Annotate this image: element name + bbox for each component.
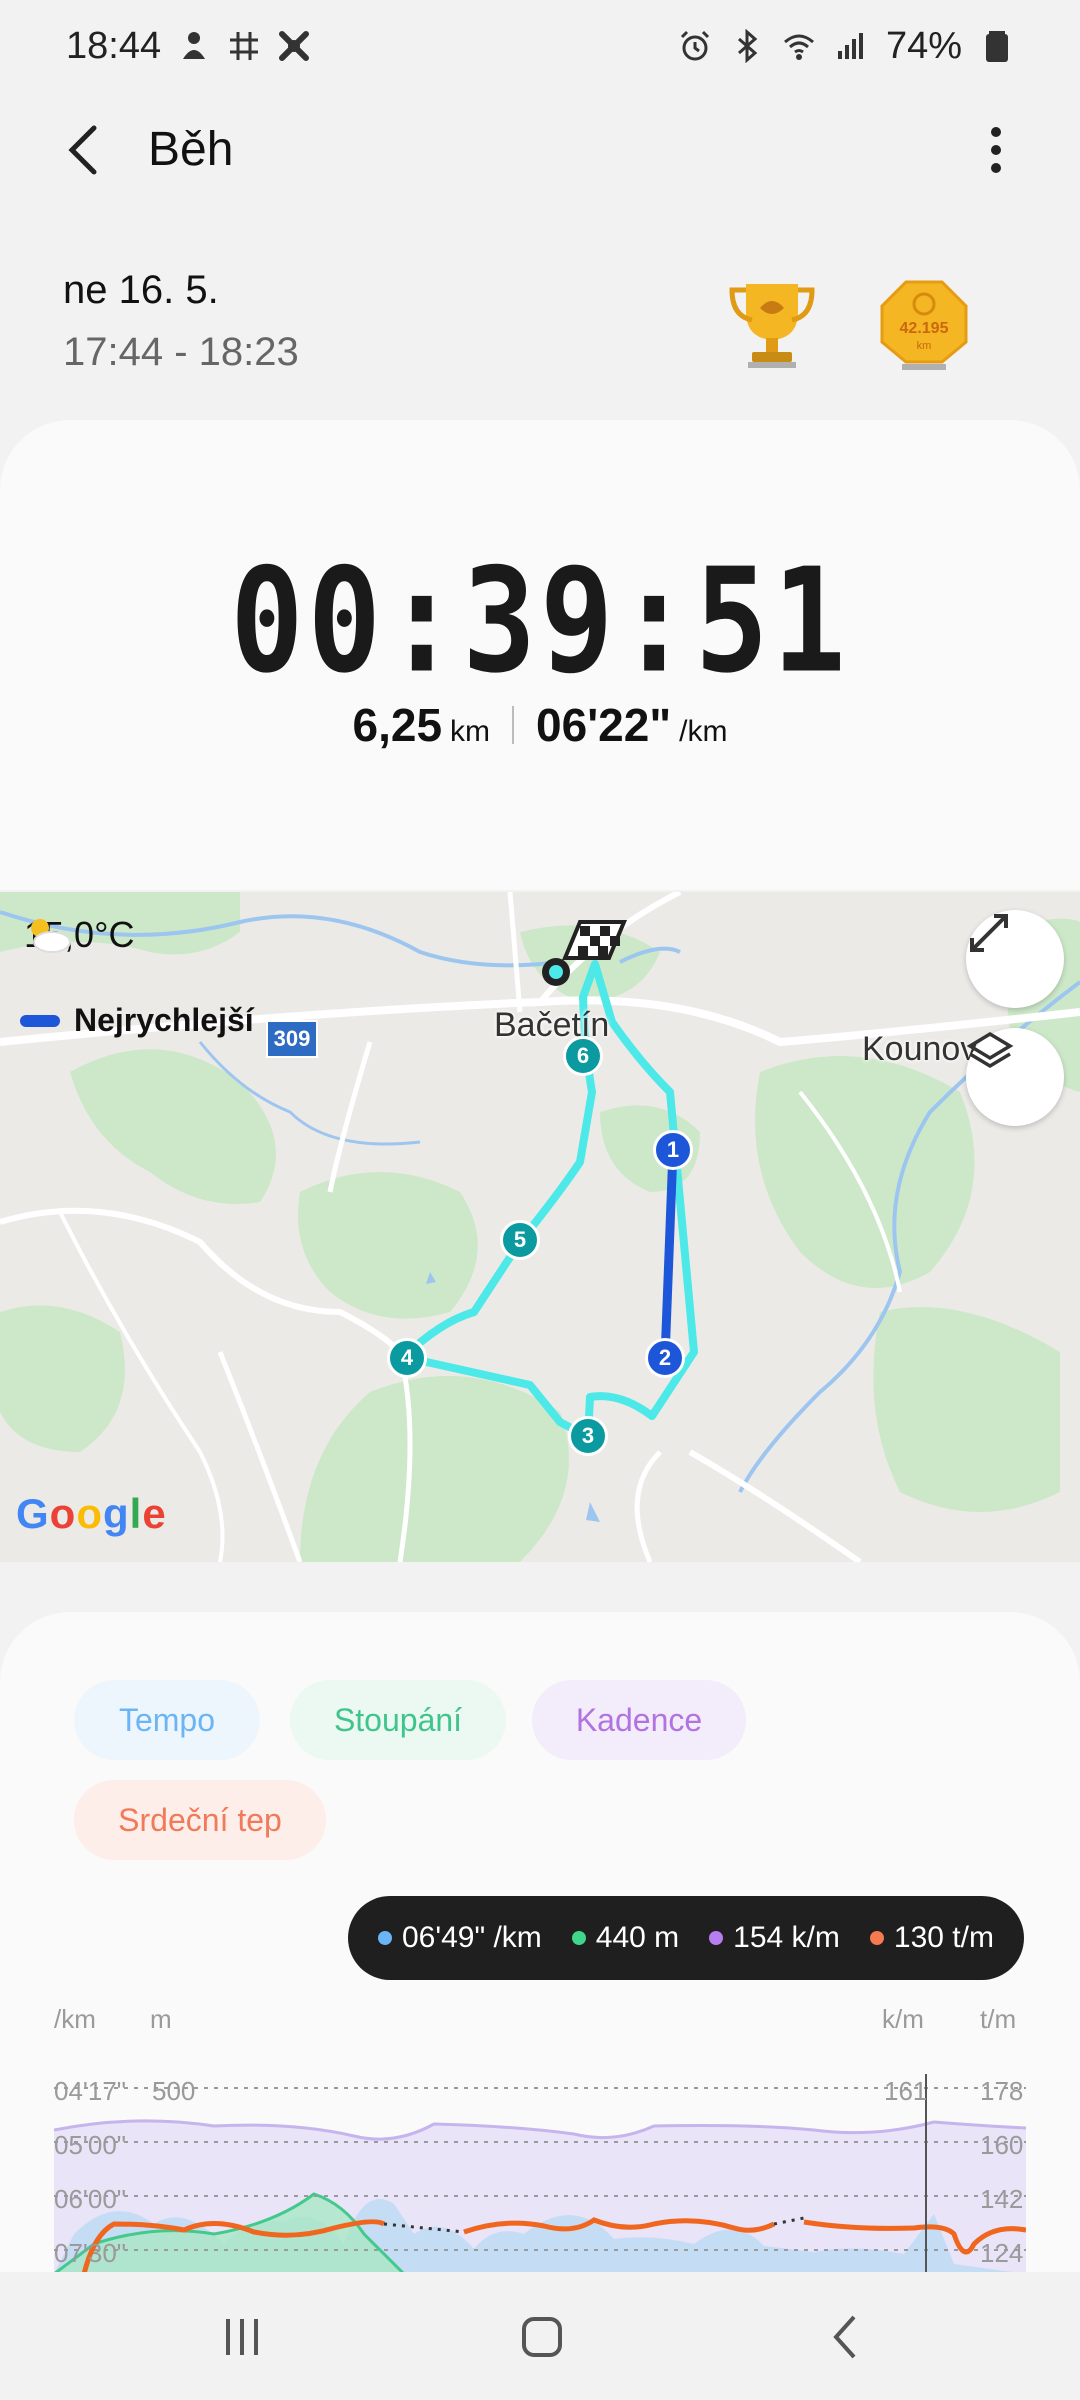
cadence-tick: 161 bbox=[884, 2076, 928, 2106]
recent-apps-icon bbox=[226, 2319, 258, 2355]
metrics-chart[interactable]: 04'17" 500 05'00" 06'00" 07'30" 161 178 … bbox=[53, 2074, 1027, 2272]
bluetooth-icon bbox=[737, 29, 758, 63]
summary-stats: 6,25 km 06'22" /km bbox=[0, 698, 1080, 752]
tooltip-pace-value: 06'49" /km bbox=[402, 1921, 542, 1954]
heart-rate-tick: 142 bbox=[980, 2184, 1024, 2214]
pace-tick: 04'17" bbox=[54, 2076, 127, 2106]
tooltip-heart-rate-value: 130 t/m bbox=[893, 1921, 994, 1954]
app-notification-icon bbox=[279, 31, 310, 61]
chip-elevation-label: Stoupání bbox=[333, 1701, 463, 1738]
heart-rate-axis-unit: t/m bbox=[980, 2004, 1017, 2034]
game-grid-icon bbox=[230, 32, 259, 60]
status-time: 18:44 bbox=[66, 24, 162, 67]
chip-cadence[interactable]: Kadence bbox=[532, 1680, 746, 1760]
recent-apps-button[interactable] bbox=[212, 2312, 272, 2362]
tooltip-elevation-value: 440 m bbox=[595, 1921, 680, 1954]
signal-icon bbox=[837, 33, 863, 59]
marathon-badge[interactable]: 42.195 km bbox=[876, 276, 972, 372]
chip-tempo[interactable]: Tempo bbox=[74, 1680, 260, 1760]
system-back-icon bbox=[833, 2315, 856, 2359]
heart-rate-tick: 178 bbox=[980, 2076, 1024, 2106]
tooltip-pace: 06'49" /km bbox=[378, 1921, 542, 1955]
split-marker-2[interactable]: 2 bbox=[645, 1338, 685, 1378]
weather-info: 15,0°C bbox=[24, 914, 134, 956]
pace-value: 06'22" bbox=[536, 699, 672, 751]
tooltip-cadence-value: 154 k/m bbox=[733, 1921, 840, 1954]
town-label: Kounov bbox=[862, 1030, 978, 1068]
pace-unit: /km bbox=[679, 715, 728, 748]
fastest-line-swatch bbox=[20, 1014, 60, 1027]
pace-tick: 06'00" bbox=[54, 2184, 127, 2214]
route-map[interactable]: 15,0°C Nejrychlejší 309 Bačetín Kounov 1… bbox=[0, 892, 1080, 1562]
trophy-icon[interactable] bbox=[724, 276, 820, 372]
chip-tempo-label: Tempo bbox=[118, 1701, 216, 1738]
heart-rate-tick: 160 bbox=[980, 2130, 1024, 2160]
split-marker-5[interactable]: 5 bbox=[500, 1220, 540, 1260]
elevation-tick: 500 bbox=[152, 2076, 196, 2106]
back-arrow-icon bbox=[68, 125, 97, 175]
expand-icon bbox=[970, 914, 1008, 952]
chip-elevation[interactable]: Stoupání bbox=[290, 1680, 506, 1760]
alarm-icon bbox=[680, 30, 709, 61]
workout-duration: 00:39:51 bbox=[230, 537, 850, 705]
elevation-axis-unit: m bbox=[150, 2004, 172, 2034]
app-bar: Běh bbox=[0, 100, 1080, 200]
battery-percent: 74% bbox=[885, 24, 962, 67]
split-marker-3[interactable]: 3 bbox=[568, 1416, 608, 1456]
marathon-distance-text: 42.195 bbox=[899, 320, 949, 337]
workout-time-range: 17:44 - 18:23 bbox=[63, 330, 299, 374]
summary-card: 00:39:51 6,25 km 06'22" /km bbox=[0, 420, 1080, 890]
status-bar: 18:44 74% bbox=[0, 0, 1080, 92]
tooltip-cadence: 154 k/m bbox=[709, 1921, 840, 1955]
cadence-axis-unit: k/m bbox=[882, 2004, 924, 2034]
map-layers-button[interactable] bbox=[966, 1028, 1064, 1126]
chart-tooltip: 06'49" /km 440 m 154 k/m 130 t/m bbox=[348, 1896, 1024, 1980]
home-icon bbox=[522, 2317, 562, 2357]
pace-tick: 07'30" bbox=[54, 2238, 127, 2268]
fastest-legend-label: Nejrychlejší bbox=[74, 1002, 254, 1038]
distance-unit: km bbox=[450, 715, 491, 748]
workout-date: ne 16. 5. bbox=[63, 268, 219, 312]
marathon-unit-text: km bbox=[916, 340, 932, 352]
cadence-dot bbox=[709, 1931, 724, 1945]
metrics-card: Tempo Stoupání Kadence Srdeční tep 06'49… bbox=[0, 1612, 1080, 2272]
split-marker-6[interactable]: 6 bbox=[563, 1036, 603, 1076]
metrics-chart-plot bbox=[53, 2074, 1027, 2272]
back-button[interactable] bbox=[52, 118, 116, 182]
layers-icon bbox=[966, 1031, 1014, 1069]
notification-figure-icon bbox=[183, 32, 206, 59]
split-marker-1[interactable]: 1 bbox=[653, 1130, 693, 1170]
google-logo: Google bbox=[16, 1490, 167, 1537]
pace-axis-unit: /km bbox=[54, 2004, 96, 2034]
chip-cadence-label: Kadence bbox=[575, 1701, 703, 1738]
tooltip-elevation: 440 m bbox=[571, 1921, 680, 1955]
page-title: Běh bbox=[148, 123, 234, 176]
system-back-button[interactable] bbox=[816, 2312, 876, 2362]
pace-dot bbox=[378, 1931, 392, 1945]
road-number-badge: 309 bbox=[266, 1020, 318, 1058]
chip-heart-rate-label: Srdeční tep bbox=[118, 1801, 282, 1838]
map-background bbox=[0, 892, 1080, 1562]
expand-map-button[interactable] bbox=[966, 910, 1064, 1008]
more-options-button[interactable] bbox=[966, 118, 1026, 182]
distance-value: 6,25 bbox=[352, 699, 443, 751]
battery-icon bbox=[986, 31, 1008, 62]
heart-rate-dot bbox=[869, 1931, 884, 1945]
more-vertical-icon bbox=[991, 127, 1001, 173]
tooltip-heart-rate: 130 t/m bbox=[869, 1921, 994, 1955]
split-marker-4[interactable]: 4 bbox=[387, 1338, 427, 1378]
heart-rate-tick: 124 bbox=[980, 2238, 1024, 2268]
home-button[interactable] bbox=[512, 2312, 572, 2362]
elevation-dot bbox=[571, 1931, 586, 1945]
chip-heart-rate[interactable]: Srdeční tep bbox=[74, 1780, 326, 1860]
pace-tick: 05'00" bbox=[54, 2130, 127, 2160]
system-nav-bar bbox=[0, 2272, 1080, 2400]
partly-cloudy-icon bbox=[31, 919, 71, 953]
wifi-icon bbox=[783, 34, 814, 60]
stats-divider bbox=[512, 706, 515, 744]
fastest-legend: Nejrychlejší bbox=[20, 1002, 254, 1039]
